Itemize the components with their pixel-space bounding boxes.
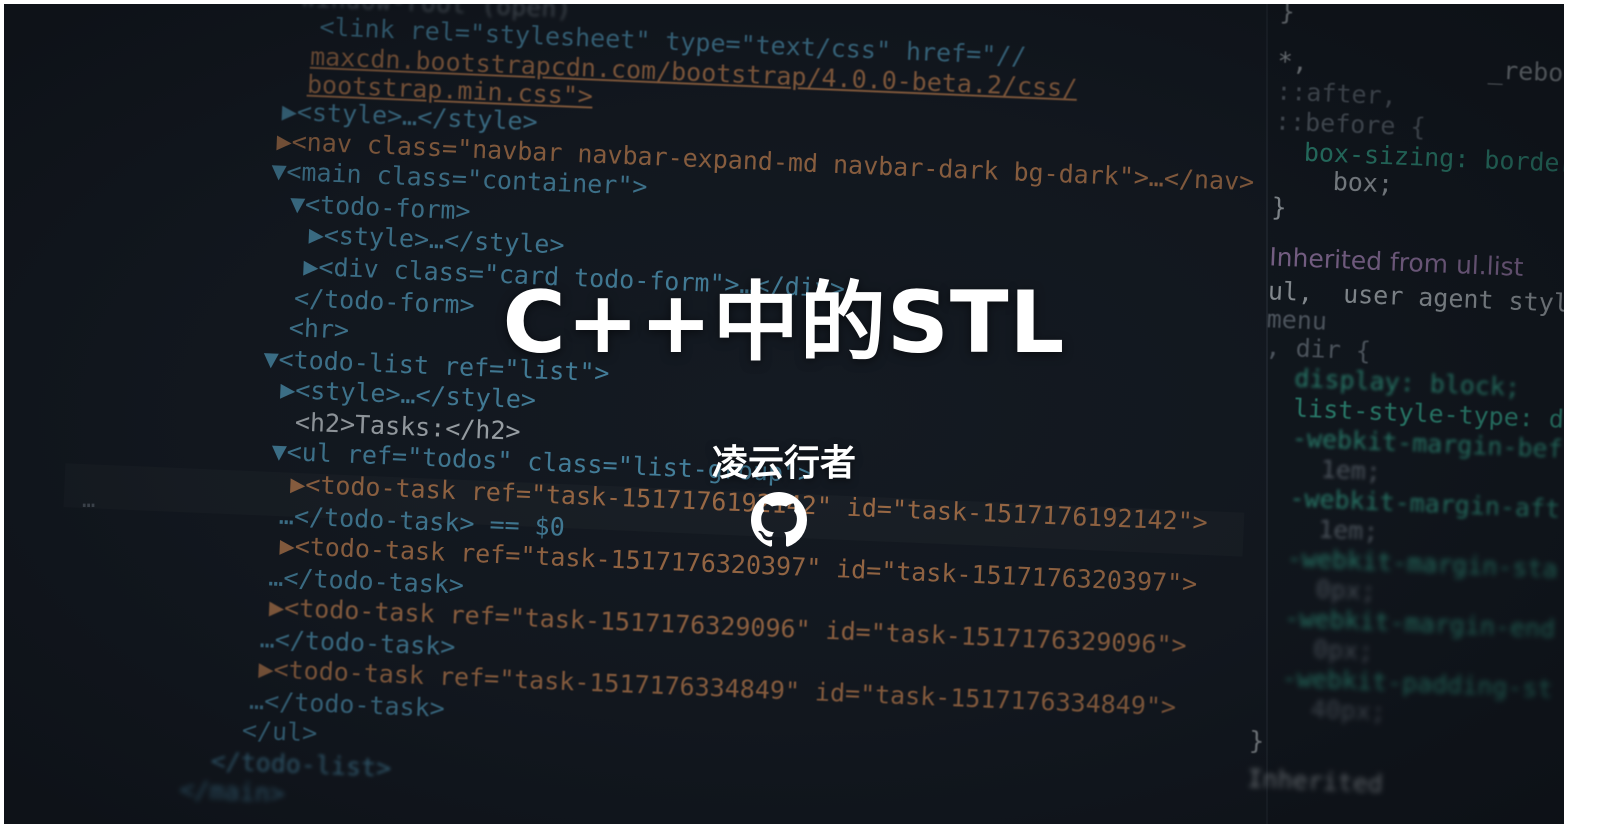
github-link[interactable] (751, 492, 807, 548)
style-line: ::after, (1275, 76, 1398, 111)
style-line: } (1279, 4, 1296, 27)
style-line: 0px; (1254, 572, 1377, 607)
code-line: </ul> (241, 715, 318, 748)
style-line: box; (1272, 164, 1394, 199)
style-line: } (1270, 192, 1288, 222)
styles-code: } *, _reboot.s ::after, ::before { box-s… (1234, 4, 1564, 824)
code-line: </main> (178, 774, 286, 809)
author-name: 凌云行者 (711, 443, 856, 484)
gutter-ellipsis: … (82, 488, 96, 513)
hero-banner: window-root (open) <link rel="stylesheet… (4, 4, 1564, 824)
style-line: 40px; (1249, 691, 1387, 727)
style-line: 1em; (1257, 512, 1380, 547)
page-title: C++中的STL (502, 273, 1066, 373)
style-line: 0px; (1252, 631, 1375, 666)
style-line: Inherited (1246, 763, 1384, 799)
github-icon (751, 492, 807, 547)
styles-pane: } *, _reboot.s ::after, ::before { box-s… (1247, 4, 1564, 824)
style-line: } (1248, 725, 1265, 756)
